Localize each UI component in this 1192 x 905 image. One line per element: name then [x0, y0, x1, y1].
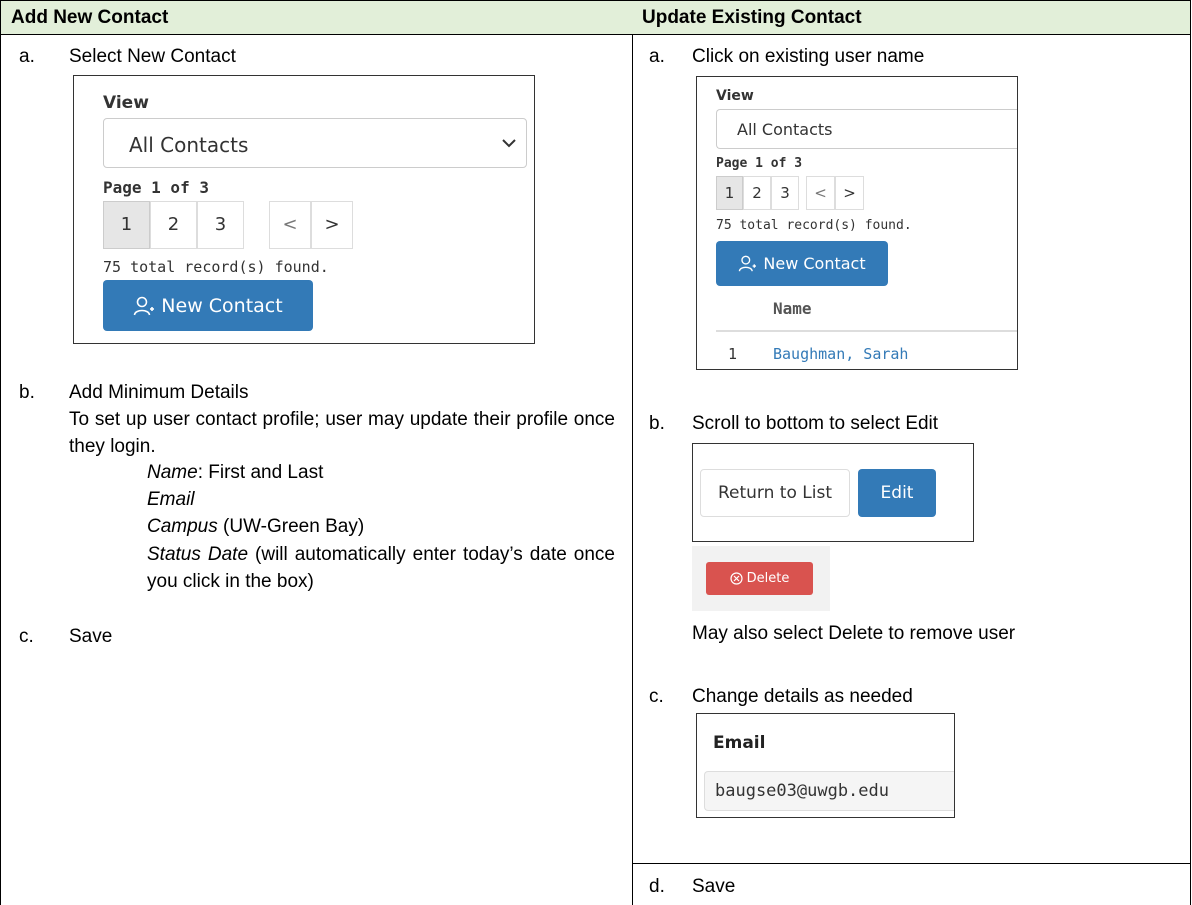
- step-b-text: Add Minimum Details: [69, 382, 249, 403]
- new-contact-button[interactable]: New Contact: [716, 241, 888, 286]
- field-name-line: Name: First and Last: [147, 460, 323, 486]
- page-3-button[interactable]: 3: [197, 201, 244, 249]
- record-count: 75 total record(s) found.: [103, 258, 329, 276]
- user-add-icon: [133, 296, 155, 315]
- right-step-c-text: Change details as needed: [692, 686, 913, 707]
- next-page-button[interactable]: >: [311, 201, 353, 249]
- contact-name-link[interactable]: Baughman, Sarah: [773, 345, 908, 363]
- field-campus-line: Campus (UW-Green Bay): [147, 514, 364, 540]
- view-label: View: [716, 88, 754, 104]
- step-a-marker: a.: [19, 46, 35, 67]
- new-contact-label: New Contact: [161, 294, 283, 317]
- field-campus-detail: (UW-Green Bay): [217, 516, 365, 537]
- page-3-button[interactable]: 3: [771, 176, 799, 210]
- page-1-button[interactable]: 1: [716, 176, 743, 210]
- view-select[interactable]: All Contacts: [716, 109, 1017, 149]
- page-2-button[interactable]: 2: [150, 201, 197, 249]
- right-step-c-marker: c.: [649, 686, 664, 707]
- table-row-number: 1: [728, 345, 738, 363]
- delete-button[interactable]: Delete: [706, 562, 813, 595]
- contact-list-screenshot: View All Contacts Page 1 of 3 1 2 3 < > …: [696, 76, 1018, 370]
- step-c-text: Save: [69, 626, 113, 647]
- view-select[interactable]: All Contacts: [103, 118, 527, 168]
- update-existing-contact-column: Update Existing Contact a. Click on exis…: [632, 0, 1191, 905]
- view-select-value: All Contacts: [737, 120, 833, 139]
- prev-page-button[interactable]: <: [806, 176, 835, 210]
- table-header-divider: [716, 330, 1017, 332]
- page-label: Page 1 of 3: [716, 156, 803, 171]
- add-new-contact-column: Add New Contact a. Select New Contact Vi…: [0, 0, 633, 905]
- page-label: Page 1 of 3: [103, 178, 209, 197]
- user-add-icon: [739, 255, 757, 272]
- name-column-header: Name: [773, 299, 812, 318]
- record-count: 75 total record(s) found.: [716, 218, 912, 233]
- delete-label: Delete: [746, 571, 790, 586]
- view-label: View: [103, 93, 149, 113]
- edit-buttons-screenshot: Return to List Edit: [692, 443, 974, 542]
- right-step-a-text: Click on existing user name: [692, 46, 925, 67]
- edit-button[interactable]: Edit: [858, 469, 936, 517]
- right-step-b-marker: b.: [649, 413, 665, 434]
- field-status-line: Status Date (will automatically enter to…: [147, 541, 615, 595]
- new-contact-label: New Contact: [763, 254, 866, 273]
- field-name-detail: : First and Last: [197, 462, 324, 483]
- page-1-button[interactable]: 1: [103, 201, 150, 249]
- right-step-b-text: Scroll to bottom to select Edit: [692, 413, 939, 434]
- right-step-a-marker: a.: [649, 46, 665, 67]
- step-b-description: To set up user contact profile; user may…: [69, 409, 615, 457]
- view-select-value: All Contacts: [129, 133, 249, 157]
- email-input[interactable]: baugse03@uwgb.edu: [704, 771, 954, 811]
- step-b-marker: b.: [19, 382, 35, 403]
- email-input-value: baugse03@uwgb.edu: [715, 781, 889, 801]
- right-step-d-text: Save: [692, 876, 736, 897]
- new-contact-button[interactable]: New Contact: [103, 280, 313, 331]
- email-field-screenshot: Email baugse03@uwgb.edu: [696, 713, 955, 818]
- chevron-down-icon: [502, 139, 516, 148]
- step-a-text: Select New Contact: [69, 46, 236, 67]
- delete-note: May also select Delete to remove user: [692, 623, 1016, 644]
- add-new-contact-header: Add New Contact: [1, 0, 632, 35]
- row-divider: [632, 863, 1190, 864]
- prev-page-button[interactable]: <: [269, 201, 311, 249]
- document: Add New Contact a. Select New Contact Vi…: [0, 0, 1192, 905]
- edit-label: Edit: [880, 483, 914, 503]
- email-label: Email: [713, 733, 766, 753]
- return-to-list-button[interactable]: Return to List: [700, 469, 850, 517]
- next-page-button[interactable]: >: [835, 176, 864, 210]
- field-status-label: Status Date: [147, 544, 249, 565]
- step-c-marker: c.: [19, 626, 34, 647]
- update-existing-contact-header: Update Existing Contact: [632, 0, 1190, 35]
- page-2-button[interactable]: 2: [743, 176, 771, 210]
- new-contact-screenshot: View All Contacts Page 1 of 3 1 2 3 < > …: [73, 75, 535, 344]
- right-step-d-marker: d.: [649, 876, 665, 897]
- field-name-label: Name: [147, 462, 198, 483]
- close-circle-icon: [730, 572, 743, 585]
- field-campus-label: Campus: [147, 516, 218, 537]
- field-email-label: Email: [147, 489, 195, 510]
- delete-button-screenshot: Delete: [692, 546, 830, 611]
